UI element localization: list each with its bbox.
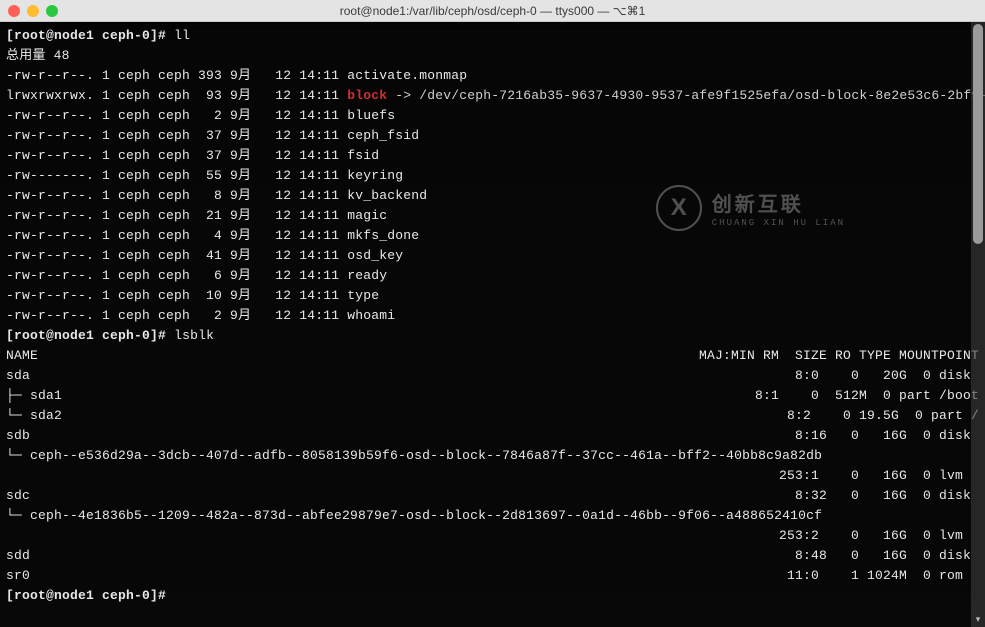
scrollbar-thumb[interactable] xyxy=(973,24,983,244)
ls-row: -rw-r--r--. 1 ceph ceph 4 9月 12 14:11 mk… xyxy=(6,226,979,246)
lsblk-row: sdc 8:32 0 16G 0 disk xyxy=(6,486,979,506)
ls-row: -rw-r--r--. 1 ceph ceph 2 9月 12 14:11 bl… xyxy=(6,106,979,126)
lsblk-row: ├─ sda1 8:1 0 512M 0 part /boot xyxy=(6,386,979,406)
lsblk-row: └─ ceph--e536d29a--3dcb--407d--adfb--805… xyxy=(6,446,979,466)
ls-row: lrwxrwxrwx. 1 ceph ceph 93 9月 12 14:11 b… xyxy=(6,86,979,106)
close-icon[interactable] xyxy=(8,5,20,17)
maximize-icon[interactable] xyxy=(46,5,58,17)
lsblk-row: └─ ceph--4e1836b5--1209--482a--873d--abf… xyxy=(6,506,979,526)
window-titlebar: root@node1:/var/lib/ceph/osd/ceph-0 — tt… xyxy=(0,0,985,22)
file-name: ready xyxy=(347,268,387,283)
file-name: whoami xyxy=(347,308,395,323)
ls-row: -rw-------. 1 ceph ceph 55 9月 12 14:11 k… xyxy=(6,166,979,186)
lsblk-row: sdd 8:48 0 16G 0 disk xyxy=(6,546,979,566)
prompt-line: [root@node1 ceph-0]# xyxy=(6,586,979,606)
scrollbar[interactable]: ▾ xyxy=(971,22,985,627)
minimize-icon[interactable] xyxy=(27,5,39,17)
file-name: magic xyxy=(347,208,387,223)
file-name: ceph_fsid xyxy=(347,128,419,143)
command: ll xyxy=(174,28,190,43)
ls-row: -rw-r--r--. 1 ceph ceph 37 9月 12 14:11 f… xyxy=(6,146,979,166)
ls-row: -rw-r--r--. 1 ceph ceph 2 9月 12 14:11 wh… xyxy=(6,306,979,326)
ls-row: -rw-r--r--. 1 ceph ceph 37 9月 12 14:11 c… xyxy=(6,126,979,146)
scroll-down-icon[interactable]: ▾ xyxy=(971,613,985,627)
symlink-name: block xyxy=(347,88,387,103)
file-name: activate.monmap xyxy=(347,68,467,83)
lsblk-row: └─ sda2 8:2 0 19.5G 0 part / xyxy=(6,406,979,426)
prompt-line: [root@node1 ceph-0]# lsblk xyxy=(6,326,979,346)
terminal[interactable]: [root@node1 ceph-0]# ll总用量 48-rw-r--r--.… xyxy=(0,22,985,627)
prompt-line: [root@node1 ceph-0]# ll xyxy=(6,26,979,46)
ls-row: -rw-r--r--. 1 ceph ceph 6 9月 12 14:11 re… xyxy=(6,266,979,286)
ls-row: -rw-r--r--. 1 ceph ceph 41 9月 12 14:11 o… xyxy=(6,246,979,266)
lsblk-row: 253:2 0 16G 0 lvm xyxy=(6,526,979,546)
lsblk-row: 253:1 0 16G 0 lvm xyxy=(6,466,979,486)
ls-row: -rw-r--r--. 1 ceph ceph 21 9月 12 14:11 m… xyxy=(6,206,979,226)
ls-row: -rw-r--r--. 1 ceph ceph 10 9月 12 14:11 t… xyxy=(6,286,979,306)
total-line: 总用量 48 xyxy=(6,46,979,66)
file-name: kv_backend xyxy=(347,188,427,203)
file-name: bluefs xyxy=(347,108,395,123)
command: lsblk xyxy=(174,328,214,343)
window-title: root@node1:/var/lib/ceph/osd/ceph-0 — tt… xyxy=(340,4,646,18)
lsblk-row: sda 8:0 0 20G 0 disk xyxy=(6,366,979,386)
file-name: keyring xyxy=(347,168,403,183)
file-name: type xyxy=(347,288,379,303)
file-name: mkfs_done xyxy=(347,228,419,243)
file-name: fsid xyxy=(347,148,379,163)
ls-row: -rw-r--r--. 1 ceph ceph 393 9月 12 14:11 … xyxy=(6,66,979,86)
lsblk-row: sr0 11:0 1 1024M 0 rom xyxy=(6,566,979,586)
lsblk-row: sdb 8:16 0 16G 0 disk xyxy=(6,426,979,446)
lsblk-header: NAMEMAJ:MIN RM SIZE RO TYPE MOUNTPOINT xyxy=(6,346,979,366)
file-name: osd_key xyxy=(347,248,403,263)
ls-row: -rw-r--r--. 1 ceph ceph 8 9月 12 14:11 kv… xyxy=(6,186,979,206)
